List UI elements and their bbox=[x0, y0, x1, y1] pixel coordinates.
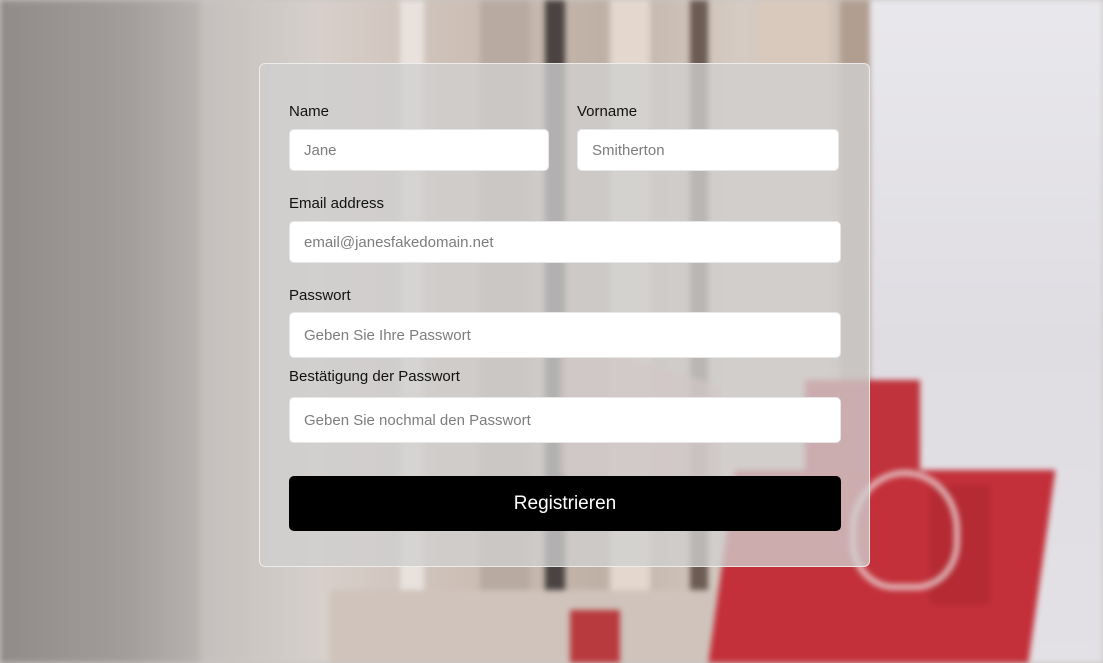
registration-form: Name Vorname Email address Passwort Best… bbox=[259, 63, 870, 567]
password-input[interactable] bbox=[290, 313, 840, 357]
email-field-wrapper bbox=[289, 221, 841, 263]
name-label: Name bbox=[289, 103, 330, 120]
vorname-field-wrapper bbox=[577, 129, 839, 171]
background-red-sign-small bbox=[570, 610, 620, 663]
password-confirm-input[interactable] bbox=[290, 398, 840, 442]
vorname-input[interactable] bbox=[578, 130, 838, 170]
email-label: Email address bbox=[289, 195, 385, 212]
name-field-wrapper bbox=[289, 129, 549, 171]
vorname-label: Vorname bbox=[577, 103, 638, 120]
password-field-wrapper bbox=[289, 312, 841, 358]
password-confirm-label: Bestätigung der Passwort bbox=[289, 368, 460, 385]
email-input[interactable] bbox=[290, 222, 840, 262]
password-confirm-field-wrapper bbox=[289, 397, 841, 443]
register-button[interactable]: Registrieren bbox=[289, 476, 841, 531]
background-street-level bbox=[330, 590, 750, 663]
password-label: Passwort bbox=[289, 287, 351, 304]
name-input[interactable] bbox=[290, 130, 548, 170]
